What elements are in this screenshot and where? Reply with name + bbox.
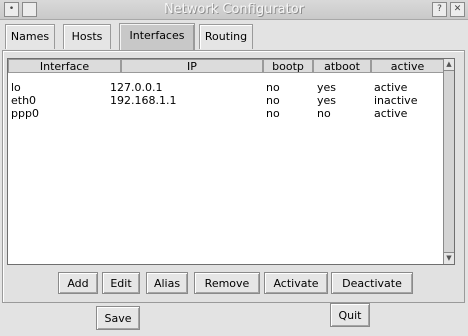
- tab-interfaces[interactable]: Interfaces: [119, 23, 195, 50]
- tab-routing[interactable]: Routing: [199, 24, 253, 49]
- close-button[interactable]: ✕: [450, 2, 465, 17]
- cell-interface: lo: [11, 81, 21, 94]
- column-header-ip[interactable]: IP: [121, 59, 263, 73]
- title-bar[interactable]: • Network Configurator ? ✕: [0, 0, 468, 20]
- cell-bootp: no: [266, 107, 280, 120]
- table-row[interactable]: eth0 192.168.1.1 no yes inactive: [8, 94, 444, 107]
- table-header: Interface IP bootp atboot active: [8, 59, 444, 74]
- tab-hosts[interactable]: Hosts: [63, 24, 111, 49]
- column-header-bootp[interactable]: bootp: [263, 59, 313, 73]
- interfaces-list[interactable]: Interface IP bootp atboot active lo 127.…: [7, 58, 455, 265]
- add-button[interactable]: Add: [58, 272, 98, 294]
- scroll-down-icon[interactable]: ▼: [444, 252, 454, 264]
- edit-button[interactable]: Edit: [102, 272, 140, 294]
- quit-button[interactable]: Quit: [330, 303, 370, 327]
- cell-ip: 127.0.0.1: [110, 81, 163, 94]
- cell-interface: eth0: [11, 94, 37, 107]
- cell-active: inactive: [374, 94, 418, 107]
- vertical-scrollbar[interactable]: ▲ ▼: [443, 59, 454, 264]
- cell-interface: ppp0: [11, 107, 39, 120]
- close-icon: ✕: [453, 4, 462, 14]
- window-title: Network Configurator: [163, 2, 305, 17]
- activate-button[interactable]: Activate: [264, 272, 328, 294]
- scroll-up-icon[interactable]: ▲: [444, 59, 454, 71]
- cell-atboot: no: [317, 107, 331, 120]
- tab-names[interactable]: Names: [5, 24, 55, 49]
- table-row[interactable]: ppp0 no no active: [8, 107, 444, 120]
- cell-atboot: yes: [317, 94, 337, 107]
- column-header-interface[interactable]: Interface: [8, 59, 121, 73]
- remove-button[interactable]: Remove: [194, 272, 260, 294]
- cell-ip: 192.168.1.1: [110, 94, 177, 107]
- cell-atboot: yes: [317, 81, 337, 94]
- table-row[interactable]: lo 127.0.0.1 no yes active: [8, 81, 444, 94]
- column-header-atboot[interactable]: atboot: [313, 59, 371, 73]
- alias-button[interactable]: Alias: [146, 272, 188, 294]
- interfaces-panel: Interface IP bootp atboot active lo 127.…: [2, 50, 465, 303]
- help-button[interactable]: ?: [432, 2, 447, 17]
- deactivate-button[interactable]: Deactivate: [331, 272, 413, 294]
- cell-bootp: no: [266, 94, 280, 107]
- cell-active: active: [374, 81, 408, 94]
- save-button[interactable]: Save: [96, 306, 140, 330]
- column-header-active[interactable]: active: [371, 59, 444, 73]
- cell-bootp: no: [266, 81, 280, 94]
- cell-active: active: [374, 107, 408, 120]
- help-icon: ?: [437, 4, 442, 14]
